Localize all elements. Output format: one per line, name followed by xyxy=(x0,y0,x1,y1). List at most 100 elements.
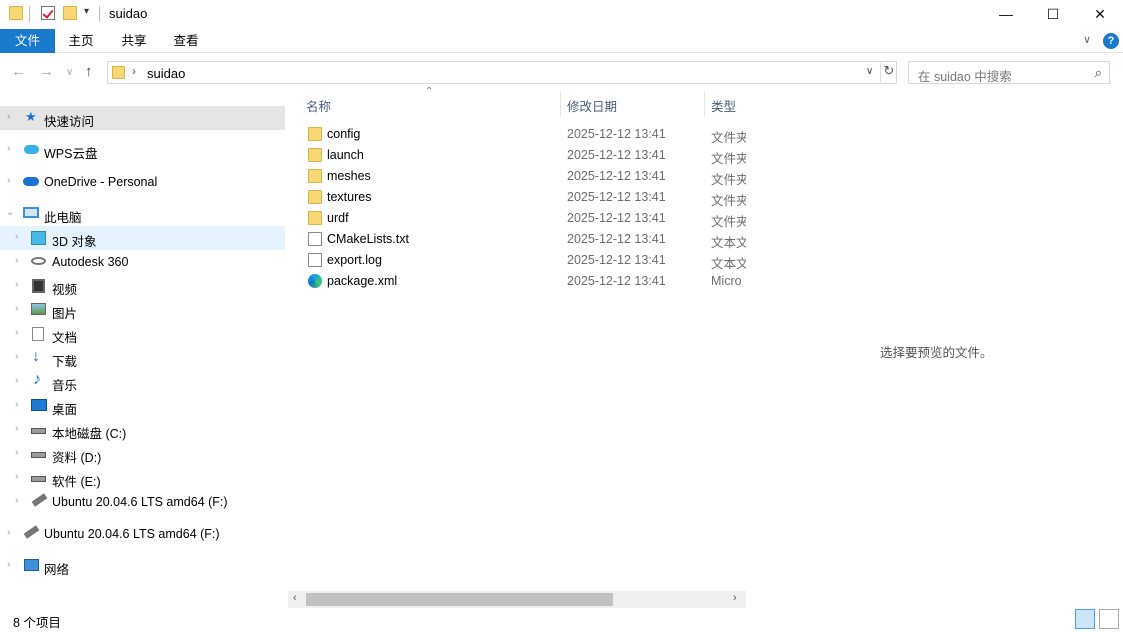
tab-home[interactable]: 主页 xyxy=(58,29,104,53)
large-icons-view-icon[interactable] xyxy=(1099,609,1119,629)
sidebar-item-onedrive[interactable]: › OneDrive - Personal xyxy=(0,170,285,194)
column-header-name[interactable]: 名称 xyxy=(306,96,331,115)
chevron-right-icon[interactable]: › xyxy=(15,471,18,482)
file-row[interactable]: meshes 2025-12-12 13:41 文件夹 xyxy=(300,166,746,187)
sidebar-item-documents[interactable]: › 文档 xyxy=(0,322,285,346)
chevron-down-icon[interactable]: ⌄ xyxy=(6,207,14,218)
tab-view[interactable]: 查看 xyxy=(163,29,209,53)
expand-ribbon-icon[interactable]: ∨ xyxy=(1083,33,1091,46)
cube-icon xyxy=(31,231,46,245)
customize-toolbar-icon[interactable]: ▾ xyxy=(84,6,89,17)
sidebar-item-label: 资料 (D:) xyxy=(52,451,102,465)
sidebar-item-drive-f-root[interactable]: › Ubuntu 20.04.6 LTS amd64 (F:) xyxy=(0,522,285,546)
chevron-right-icon[interactable]: › xyxy=(15,255,18,266)
file-row[interactable]: package.xml 2025-12-12 13:41 Micro xyxy=(300,271,746,292)
sidebar-item-autodesk-360[interactable]: › Autodesk 360 xyxy=(0,250,285,274)
file-row[interactable]: textures 2025-12-12 13:41 文件夹 xyxy=(300,187,746,208)
search-icon[interactable]: ⌕ xyxy=(1095,65,1102,81)
help-icon[interactable]: ? xyxy=(1103,33,1119,49)
file-row[interactable]: config 2025-12-12 13:41 文件夹 xyxy=(300,124,746,145)
chevron-right-icon[interactable]: › xyxy=(15,351,18,362)
sidebar-item-label: OneDrive - Personal xyxy=(44,175,158,189)
scrollbar-thumb[interactable] xyxy=(306,593,613,606)
scroll-left-icon[interactable]: ‹ xyxy=(293,592,297,604)
new-folder-icon[interactable] xyxy=(63,6,77,20)
column-header-date[interactable]: 修改日期 xyxy=(567,96,617,115)
file-type: 文件夹 xyxy=(711,215,746,229)
sidebar-item-3d-objects[interactable]: › 3D 对象 xyxy=(0,226,285,250)
drive-c-icon xyxy=(31,428,46,434)
chevron-right-icon[interactable]: › xyxy=(15,399,18,410)
chevron-right-icon[interactable]: › xyxy=(7,559,10,570)
chevron-right-icon[interactable]: › xyxy=(15,375,18,386)
maximize-button[interactable]: ☐ xyxy=(1030,0,1076,29)
navigation-pane: › ★ 快速访问 › WPS云盘 › OneDrive - Personal ⌄… xyxy=(0,90,287,602)
chevron-right-icon[interactable]: › xyxy=(15,327,18,338)
scroll-right-icon[interactable]: › xyxy=(733,592,737,604)
close-button[interactable]: ✕ xyxy=(1077,0,1123,29)
up-arrow-icon[interactable]: ↑ xyxy=(85,63,93,80)
file-type: 文件夹 xyxy=(711,152,746,166)
properties-icon[interactable] xyxy=(41,6,55,20)
sidebar-item-downloads[interactable]: › ↓ 下载 xyxy=(0,346,285,370)
chevron-right-icon[interactable]: › xyxy=(15,423,18,434)
sidebar-item-drive-d[interactable]: › 资料 (D:) xyxy=(0,442,285,466)
sidebar-item-pictures[interactable]: › 图片 xyxy=(0,298,285,322)
folder-icon xyxy=(308,169,322,183)
chevron-right-icon[interactable]: › xyxy=(7,175,10,186)
sidebar-item-drive-c[interactable]: › 本地磁盘 (C:) xyxy=(0,418,285,442)
back-arrow-icon[interactable]: ← xyxy=(11,63,26,80)
folder-icon xyxy=(9,6,23,20)
chevron-right-icon[interactable]: › xyxy=(7,143,10,154)
breadcrumb-suidao[interactable]: suidao xyxy=(147,66,185,81)
address-bar[interactable]: › suidao ∨ ↻ xyxy=(107,61,897,84)
horizontal-scrollbar[interactable]: ‹ › xyxy=(288,591,746,608)
chevron-right-icon[interactable]: › xyxy=(15,303,18,314)
sidebar-item-label: 快速访问 xyxy=(44,115,95,129)
file-row[interactable]: export.log 2025-12-12 13:41 文本文 xyxy=(300,250,746,271)
address-history-icon[interactable]: ∨ xyxy=(866,66,873,77)
sidebar-item-desktop[interactable]: › 桌面 xyxy=(0,394,285,418)
chevron-right-icon[interactable]: › xyxy=(7,527,10,538)
sidebar-item-network[interactable]: › 网络 xyxy=(0,554,285,578)
file-name: export.log xyxy=(327,253,382,267)
file-row[interactable]: CMakeLists.txt 2025-12-12 13:41 文本文 xyxy=(300,229,746,250)
refresh-icon[interactable]: ↻ xyxy=(880,63,897,82)
recent-locations-icon[interactable]: ∨ xyxy=(66,67,73,78)
search-input[interactable]: 在 suidao 中搜索 ⌕ xyxy=(908,61,1110,84)
file-row[interactable]: launch 2025-12-12 13:41 文件夹 xyxy=(300,145,746,166)
tab-share[interactable]: 共享 xyxy=(111,29,157,53)
file-type: 文件夹 xyxy=(711,173,746,187)
text-file-icon xyxy=(308,232,322,246)
chevron-right-icon[interactable]: › xyxy=(7,111,10,122)
sidebar-item-videos[interactable]: › 视频 xyxy=(0,274,285,298)
sidebar-item-wps-cloud[interactable]: › WPS云盘 xyxy=(0,138,285,162)
column-divider[interactable] xyxy=(560,91,561,117)
details-view-icon[interactable] xyxy=(1075,609,1095,629)
chevron-right-icon[interactable]: › xyxy=(15,447,18,458)
chevron-right-icon[interactable]: › xyxy=(15,279,18,290)
column-header-type[interactable]: 类型 xyxy=(711,96,736,115)
chevron-right-icon[interactable]: › xyxy=(15,231,18,242)
column-divider[interactable] xyxy=(704,91,705,117)
breadcrumb-chevron-icon[interactable]: › xyxy=(132,64,136,78)
sidebar-item-this-pc[interactable]: ⌄ 此电脑 xyxy=(0,202,285,226)
file-name: textures xyxy=(327,190,372,204)
file-row[interactable]: urdf 2025-12-12 13:41 文件夹 xyxy=(300,208,746,229)
network-icon xyxy=(24,559,39,571)
sidebar-item-drive-e[interactable]: › 软件 (E:) xyxy=(0,466,285,490)
preview-message: 选择要预览的文件。 xyxy=(880,346,993,360)
sidebar-item-drive-f[interactable]: › Ubuntu 20.04.6 LTS amd64 (F:) xyxy=(0,490,285,514)
forward-arrow-icon[interactable]: → xyxy=(39,63,54,80)
chevron-right-icon[interactable]: › xyxy=(15,495,18,506)
sidebar-item-label: 此电脑 xyxy=(44,211,82,225)
file-name: package.xml xyxy=(327,274,398,288)
sidebar-item-label: 网络 xyxy=(44,563,70,577)
sidebar-item-quick-access[interactable]: › ★ 快速访问 xyxy=(0,106,285,130)
file-type: Micro xyxy=(711,274,742,288)
sidebar-item-music[interactable]: › ♪ 音乐 xyxy=(0,370,285,394)
file-date: 2025-12-12 13:41 xyxy=(567,148,666,162)
download-icon: ↓ xyxy=(32,348,40,365)
tab-file[interactable]: 文件 xyxy=(0,29,55,53)
minimize-button[interactable]: — xyxy=(983,0,1029,29)
